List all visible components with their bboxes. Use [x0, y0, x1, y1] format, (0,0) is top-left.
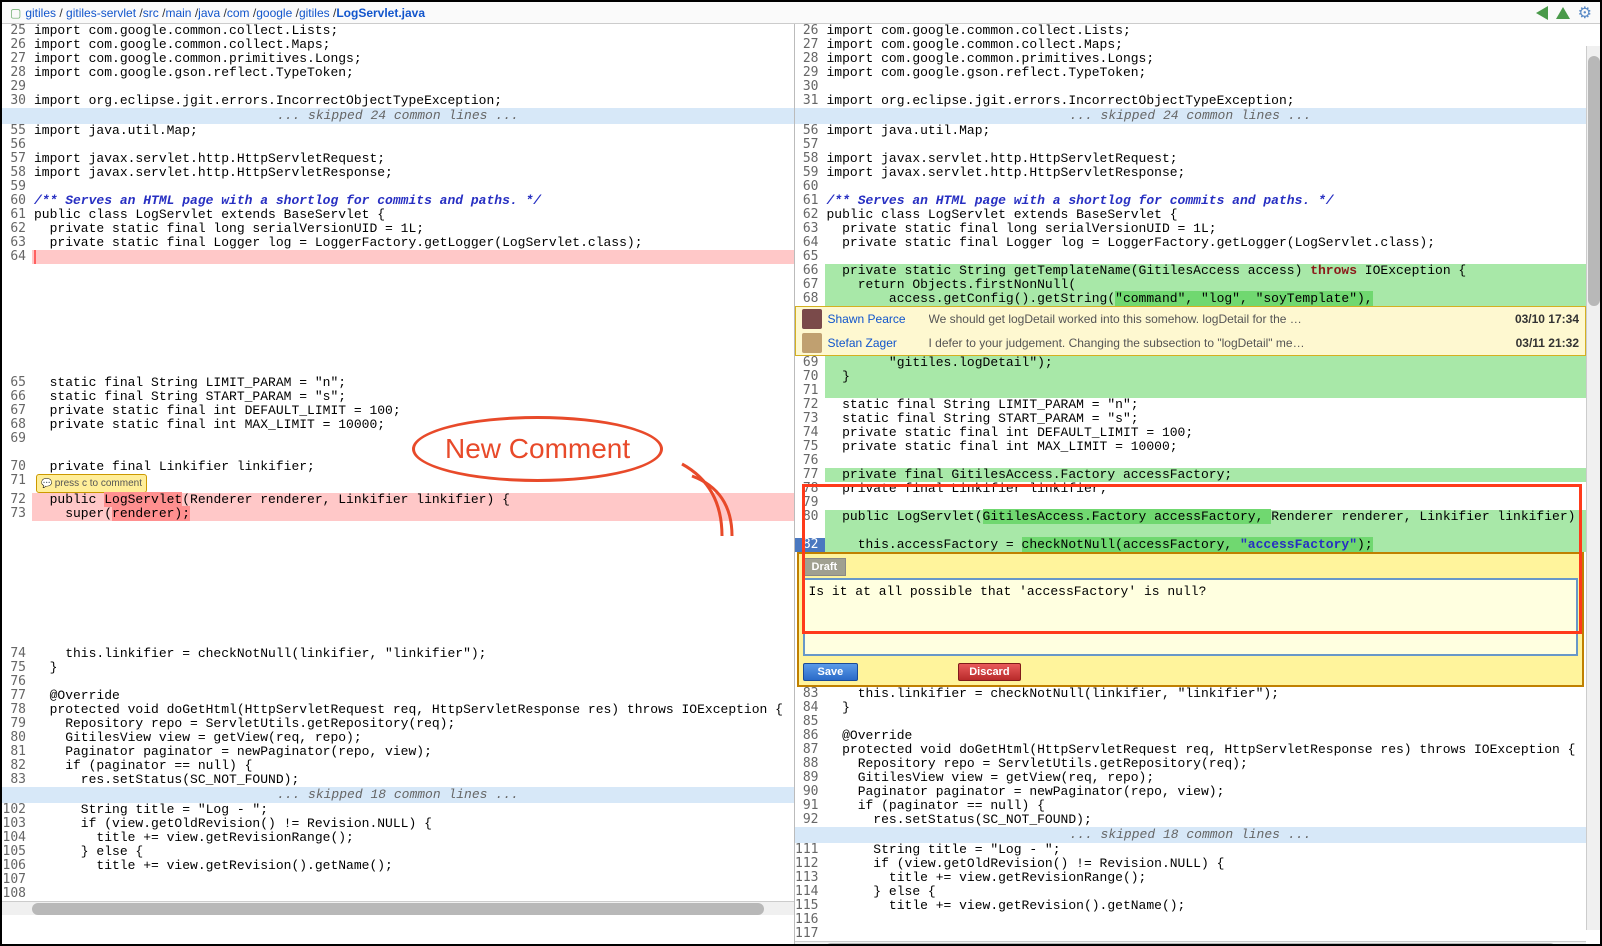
up-arrow-icon[interactable] [1556, 7, 1570, 19]
comment-row[interactable]: Shawn Pearce We should get logDetail wor… [796, 307, 1586, 331]
comment-thread[interactable]: Shawn Pearce We should get logDetail wor… [795, 306, 1587, 356]
draft-label: Draft [803, 558, 847, 576]
avatar [802, 333, 822, 353]
gear-icon[interactable]: ⚙ [1578, 3, 1592, 23]
save-button[interactable]: Save [803, 663, 859, 681]
breadcrumb: gitiles / gitiles-servlet /src /main /ja… [25, 6, 1535, 20]
discard-button[interactable]: Discard [958, 663, 1020, 681]
path-file: LogServlet.java [336, 6, 425, 20]
draft-comment-box: Draft Save Discard [797, 552, 1585, 687]
skip-bar[interactable]: ... skipped 18 common lines ... [2, 787, 794, 803]
file-icon: ▢ [10, 6, 21, 20]
comment-row[interactable]: Stefan Zager I defer to your judgement. … [796, 331, 1586, 355]
left-pane[interactable]: 25import com.google.common.collect.Lists… [2, 24, 795, 944]
avatar [802, 309, 822, 329]
skip-bar[interactable]: ... skipped 24 common lines ... [2, 108, 794, 124]
prev-arrow-icon[interactable] [1536, 6, 1548, 20]
right-pane[interactable]: 26import com.google.common.collect.Lists… [795, 24, 1601, 944]
vscroll[interactable] [1586, 46, 1600, 930]
header-bar: ▢ gitiles / gitiles-servlet /src /main /… [2, 2, 1600, 24]
draft-textarea[interactable] [803, 578, 1579, 656]
path-root[interactable]: gitiles [25, 6, 56, 20]
hscroll-right[interactable] [795, 941, 1587, 944]
hscroll-left[interactable] [2, 901, 794, 915]
comment-hint[interactable]: press c to comment [36, 474, 147, 493]
